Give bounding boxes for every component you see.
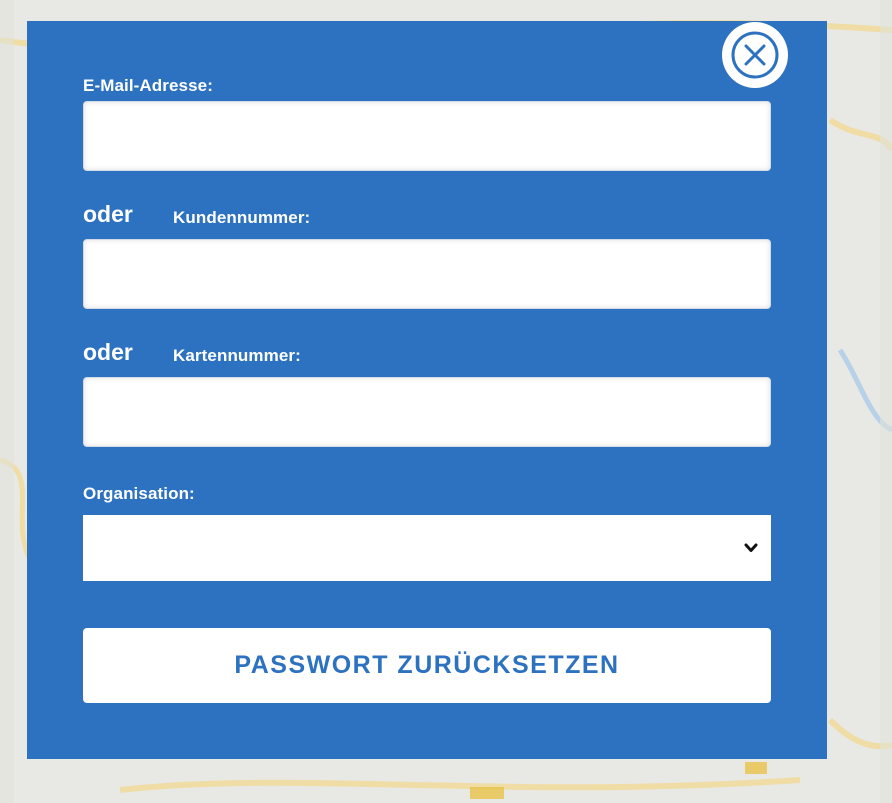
reset-password-button[interactable]: PASSWORT ZURÜCKSETZEN <box>83 628 771 703</box>
or-separator-2: oder <box>83 339 133 365</box>
organisation-label: Organisation: <box>83 484 195 503</box>
page: E-Mail-Adresse: oder Kundennummer: oder … <box>0 0 892 803</box>
organisation-select[interactable] <box>83 515 771 581</box>
password-reset-modal: E-Mail-Adresse: oder Kundennummer: oder … <box>27 21 827 759</box>
card-number-label: Kartennummer: <box>173 346 301 365</box>
card-number-field[interactable] <box>83 377 771 447</box>
customer-number-field[interactable] <box>83 239 771 309</box>
close-icon <box>723 23 787 87</box>
chevron-down-icon <box>744 543 758 552</box>
or-separator-1: oder <box>83 201 133 227</box>
email-field[interactable] <box>83 101 771 171</box>
close-button[interactable] <box>722 22 788 88</box>
customer-number-label: Kundennummer: <box>173 208 311 227</box>
email-label: E-Mail-Adresse: <box>83 76 213 95</box>
